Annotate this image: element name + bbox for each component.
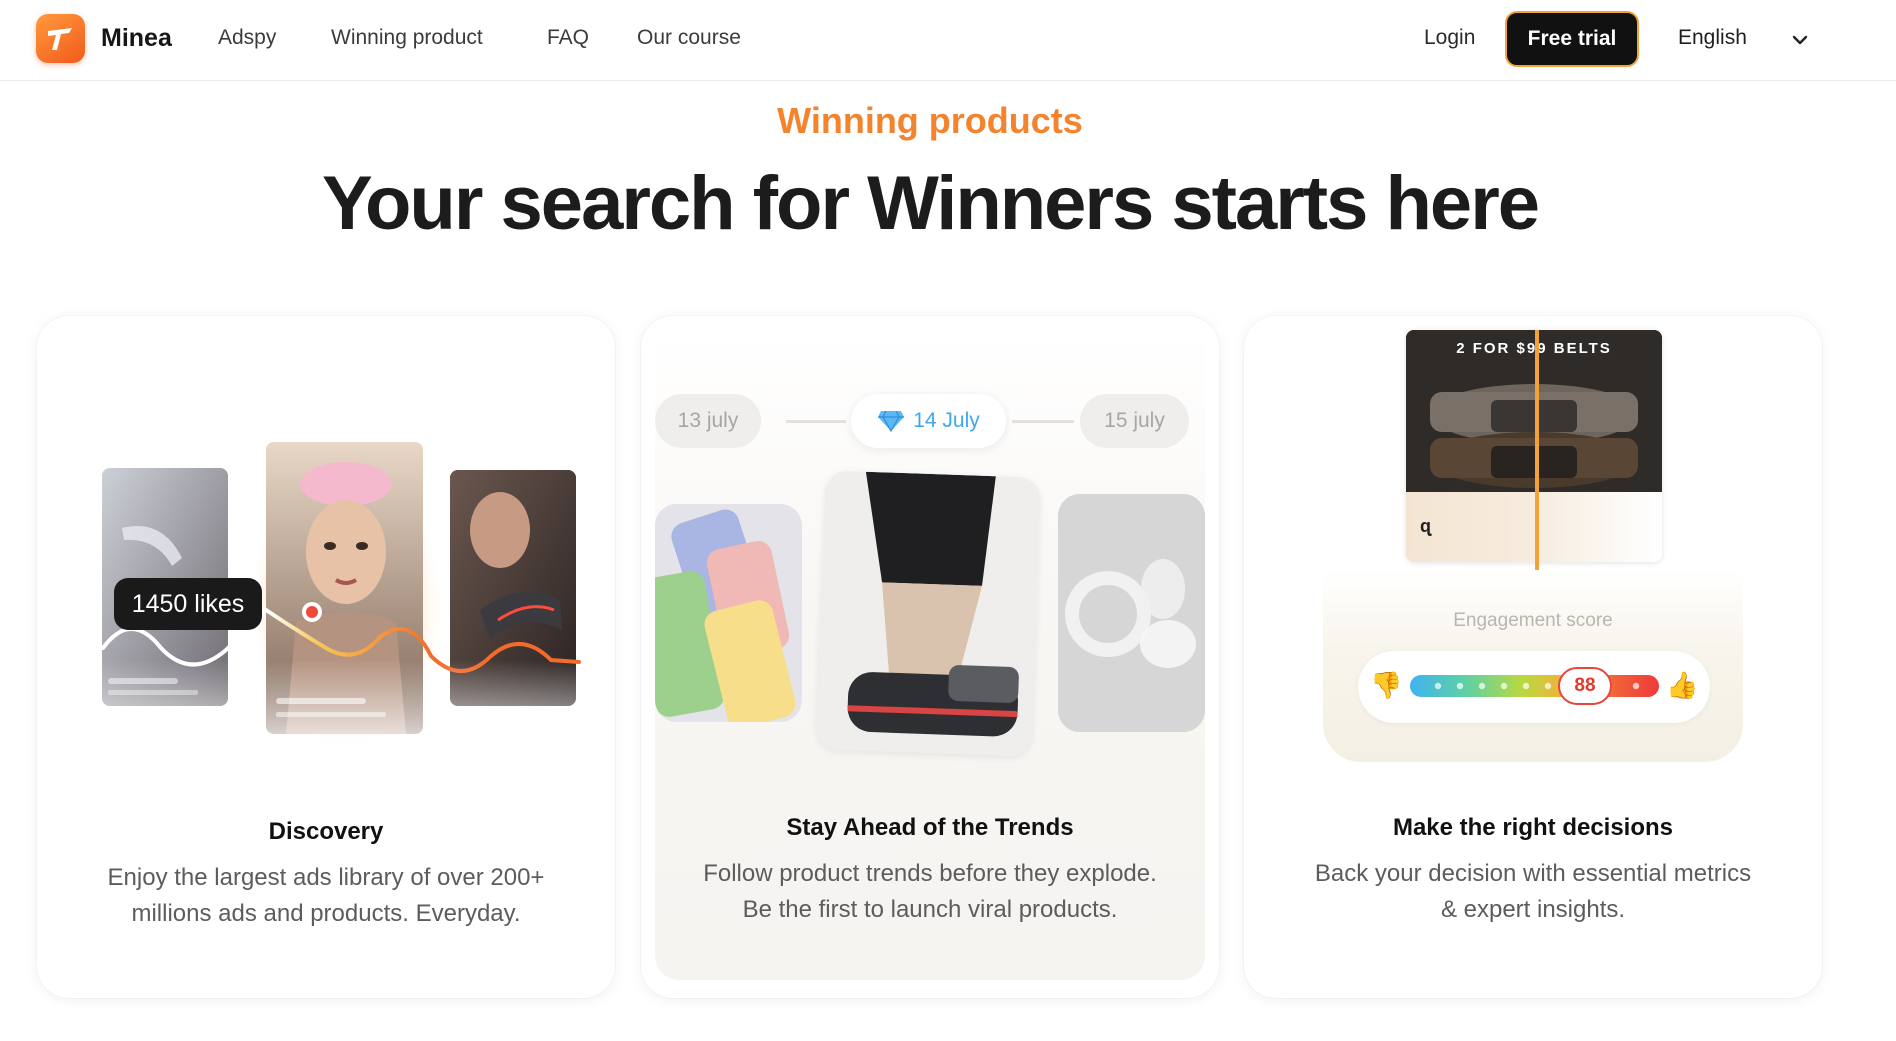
timeline-connector: [786, 420, 846, 423]
card-title-discovery: Discovery: [268, 818, 384, 845]
card-title-trends: Stay Ahead of the Trends: [786, 814, 1074, 841]
diamond-icon: [878, 410, 905, 433]
card-desc-discovery-line1: Enjoy the largest ads library of over 20…: [107, 864, 545, 891]
card-desc-discovery-line2: millions ads and products. Everyday.: [131, 900, 521, 927]
top-navigation: Minea Adspy Winning product FAQ Our cour…: [0, 0, 1896, 81]
free-trial-button[interactable]: Free trial: [1505, 11, 1639, 67]
compare-slider-handle[interactable]: [1535, 330, 1539, 570]
brand-name[interactable]: Minea: [101, 24, 172, 53]
timeline-connector: [1012, 420, 1074, 423]
engagement-score-value: 88: [1558, 667, 1612, 705]
chevron-down-icon[interactable]: [1790, 30, 1810, 50]
card-desc-decisions-line1: Back your decision with essential metric…: [1314, 860, 1752, 887]
card-desc-trends-line2: Be the first to launch viral products.: [742, 896, 1118, 923]
date-pill-current-label: 14 July: [913, 409, 980, 432]
ad-banner-text: 2 FOR $99 BELTS: [1456, 340, 1612, 357]
nav-link-adspy[interactable]: Adspy: [218, 26, 276, 50]
thumbs-down-icon: 👎: [1370, 670, 1403, 700]
card-desc-trends-line1: Follow product trends before they explod…: [703, 860, 1157, 887]
engagement-score-bar: [1410, 675, 1659, 697]
card-title-decisions: Make the right decisions: [1392, 814, 1674, 841]
product-image-phone-cases: [655, 504, 802, 722]
card-discovery: 1450 likes Discovery Enjoy the largest a…: [37, 316, 615, 998]
section-eyebrow: Winning products: [777, 100, 1083, 141]
product-image-vacuum: [816, 470, 1041, 757]
ad-preview-footer: ɋ: [1406, 492, 1662, 562]
product-image-earplugs: [1058, 494, 1205, 732]
nav-link-faq[interactable]: FAQ: [547, 26, 589, 50]
language-selector[interactable]: English: [1678, 26, 1747, 50]
thumbs-up-icon: 👍: [1666, 670, 1699, 700]
likes-badge: 1450 likes: [114, 578, 262, 630]
thumbnail-fade: [101, 660, 579, 750]
login-link[interactable]: Login: [1424, 26, 1475, 50]
brand-mark-icon: ɋ: [1420, 516, 1431, 536]
date-pill-next[interactable]: 15 july: [1080, 394, 1189, 448]
nav-link-winning-product[interactable]: Winning product: [331, 26, 483, 50]
minea-logo-icon[interactable]: [36, 14, 85, 63]
date-pill-current[interactable]: 14 July: [851, 394, 1006, 448]
ad-preview-belts: 2 FOR $99 BELTS ɋ: [1406, 330, 1662, 562]
card-desc-decisions-line2: & expert insights.: [1440, 896, 1626, 923]
page-title: Your search for Winners starts here: [321, 161, 1540, 246]
nav-link-our-course[interactable]: Our course: [637, 26, 741, 50]
engagement-score-label: Engagement score: [1453, 610, 1613, 631]
date-pill-previous[interactable]: 13 july: [655, 394, 761, 448]
